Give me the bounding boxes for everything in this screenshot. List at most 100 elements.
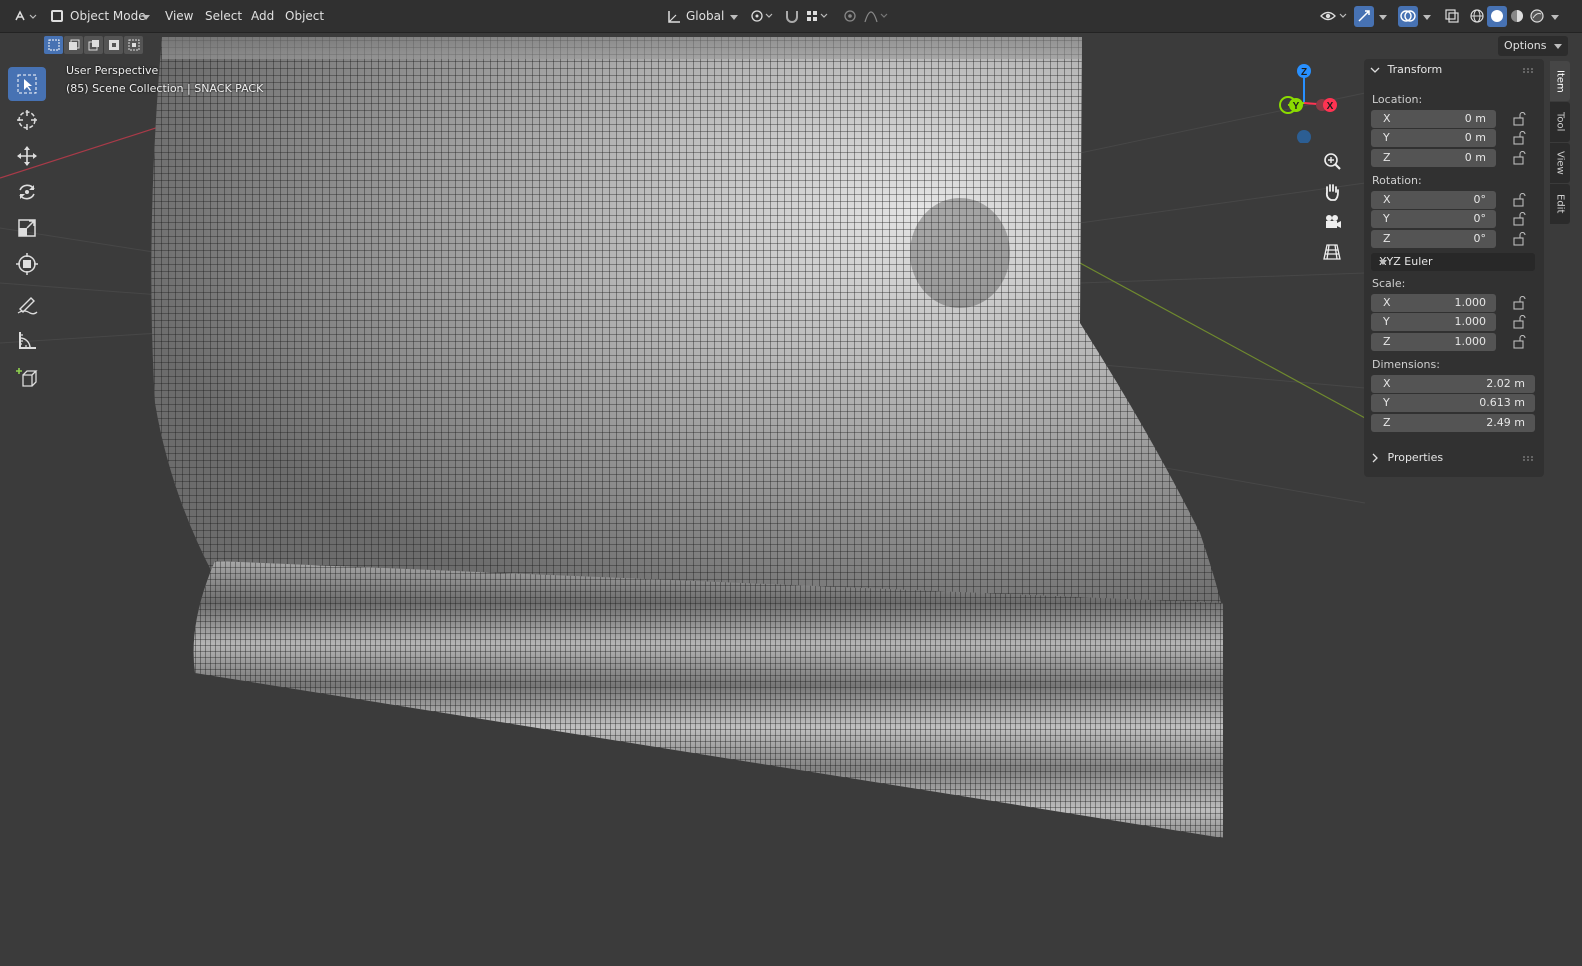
cursor-tool[interactable] xyxy=(8,103,46,137)
select-box-tool[interactable] xyxy=(8,67,46,101)
z-axis-label: Z xyxy=(1301,67,1307,78)
transform-orientation-icon xyxy=(668,11,680,23)
lock-icon[interactable] xyxy=(1512,193,1528,207)
mode-dropdown[interactable]: Object Mode xyxy=(46,6,154,27)
field-value: 0.613 m xyxy=(1479,396,1525,409)
editor-type-button[interactable] xyxy=(10,6,40,27)
field-value: 0 m xyxy=(1464,131,1486,144)
chevron-down-icon xyxy=(730,15,738,20)
location-y-field[interactable]: Y 0 m xyxy=(1371,129,1496,147)
falloff-curve-icon xyxy=(864,11,888,23)
pan-button[interactable] xyxy=(1318,178,1346,206)
object-mode-icon xyxy=(51,10,63,22)
shading-dropdown[interactable] xyxy=(1548,6,1562,27)
properties-panel-header[interactable]: Properties xyxy=(1370,447,1443,469)
visibility-dropdown[interactable] xyxy=(1318,6,1350,27)
transform-tool[interactable] xyxy=(8,247,46,281)
falloff-dropdown[interactable] xyxy=(862,6,890,27)
select-subtract-icon xyxy=(88,40,99,51)
ortho-toggle-button[interactable] xyxy=(1318,238,1346,266)
location-z-field[interactable]: Z 0 m xyxy=(1371,149,1496,167)
shading-material-button[interactable] xyxy=(1507,6,1527,27)
select-extend-button[interactable] xyxy=(64,36,83,54)
axis-label: Y xyxy=(1383,212,1390,225)
proportional-edit-toggle[interactable] xyxy=(840,6,860,27)
lock-icon[interactable] xyxy=(1512,151,1528,165)
rotation-label: Rotation: xyxy=(1372,174,1422,187)
drag-handle-icon[interactable] xyxy=(1522,67,1536,73)
scale-tool[interactable] xyxy=(8,211,46,245)
lock-icon[interactable] xyxy=(1512,315,1528,329)
axis-label: Z xyxy=(1383,416,1391,429)
dimensions-y-field[interactable]: Y 0.613 m xyxy=(1371,394,1535,412)
orientation-dropdown[interactable]: Global xyxy=(662,6,742,27)
drag-handle-icon[interactable] xyxy=(1522,455,1536,461)
rotation-x-field[interactable]: X 0° xyxy=(1371,191,1496,209)
lock-icon[interactable] xyxy=(1512,112,1528,126)
shading-solid-button[interactable] xyxy=(1487,6,1507,27)
annotate-tool[interactable] xyxy=(8,287,46,321)
pivot-point-dropdown[interactable] xyxy=(748,6,776,27)
field-value: 1.000 xyxy=(1454,315,1487,328)
select-invert-button[interactable] xyxy=(104,36,123,54)
gizmos-dropdown[interactable] xyxy=(1376,6,1390,27)
field-value: 0° xyxy=(1473,212,1487,225)
lock-icon[interactable] xyxy=(1512,212,1528,226)
xray-toggle[interactable] xyxy=(1442,6,1462,27)
shading-rendered-button[interactable] xyxy=(1527,6,1547,27)
menu-add[interactable]: Add xyxy=(246,6,279,27)
rotation-mode-dropdown[interactable]: XYZ Euler xyxy=(1371,253,1535,271)
measure-tool[interactable] xyxy=(8,323,46,357)
axis-label: Y xyxy=(1383,315,1390,328)
wireframe-sphere-icon xyxy=(1470,9,1484,23)
select-extend-icon xyxy=(68,39,79,50)
shading-wireframe-button[interactable] xyxy=(1467,6,1487,27)
tab-tool[interactable]: Tool xyxy=(1550,102,1570,142)
field-value: 0° xyxy=(1473,232,1487,245)
3d-viewport[interactable]: User Perspective (85) Scene Collection |… xyxy=(0,33,1582,966)
select-new-button[interactable] xyxy=(44,36,63,54)
tab-edit[interactable]: Edit xyxy=(1550,184,1570,224)
location-x-field[interactable]: X 0 m xyxy=(1371,110,1496,128)
field-value: 0° xyxy=(1473,193,1487,206)
select-intersect-button[interactable] xyxy=(124,36,143,54)
menu-object[interactable]: Object xyxy=(280,6,329,27)
add-cube-tool[interactable] xyxy=(8,361,46,395)
scale-y-field[interactable]: Y 1.000 xyxy=(1371,313,1496,331)
camera-view-button[interactable] xyxy=(1318,208,1346,236)
rotation-z-field[interactable]: Z 0° xyxy=(1371,230,1496,248)
field-value: 1.000 xyxy=(1454,296,1487,309)
scale-x-field[interactable]: X 1.000 xyxy=(1371,294,1496,312)
zoom-button[interactable] xyxy=(1318,148,1346,176)
lock-icon[interactable] xyxy=(1512,296,1528,310)
location-label: Location: xyxy=(1372,93,1423,106)
navigation-gizmo[interactable]: Z X Y xyxy=(1268,63,1348,143)
tab-item[interactable]: Item xyxy=(1550,61,1570,101)
scale-z-field[interactable]: Z 1.000 xyxy=(1371,333,1496,351)
tab-view[interactable]: View xyxy=(1550,143,1570,183)
rotate-tool[interactable] xyxy=(8,175,46,209)
overlays-dropdown[interactable] xyxy=(1420,6,1434,27)
move-tool[interactable] xyxy=(8,139,46,173)
properties-title: Properties xyxy=(1387,451,1444,464)
menu-select[interactable]: Select xyxy=(200,6,247,27)
chevron-down-icon xyxy=(1379,15,1387,20)
sidebar-tabs: Item Tool View Edit xyxy=(1550,61,1572,225)
dimensions-x-field[interactable]: X 2.02 m xyxy=(1371,375,1535,393)
field-value: 2.02 m xyxy=(1486,377,1525,390)
select-subtract-button[interactable] xyxy=(84,36,103,54)
overlays-toggle[interactable] xyxy=(1398,6,1418,27)
options-dropdown[interactable]: Options xyxy=(1498,36,1568,56)
move-icon xyxy=(17,146,37,166)
rotation-y-field[interactable]: Y 0° xyxy=(1371,210,1496,228)
transform-panel-header[interactable]: Transform xyxy=(1370,59,1442,81)
chevron-down-icon xyxy=(1423,15,1431,20)
lock-icon[interactable] xyxy=(1512,131,1528,145)
gizmos-toggle[interactable] xyxy=(1354,6,1374,27)
snap-toggle[interactable] xyxy=(782,6,802,27)
dimensions-z-field[interactable]: Z 2.49 m xyxy=(1371,414,1535,432)
lock-icon[interactable] xyxy=(1512,232,1528,246)
snap-target-dropdown[interactable] xyxy=(804,6,832,27)
lock-icon[interactable] xyxy=(1512,335,1528,349)
menu-view[interactable]: View xyxy=(160,6,198,27)
